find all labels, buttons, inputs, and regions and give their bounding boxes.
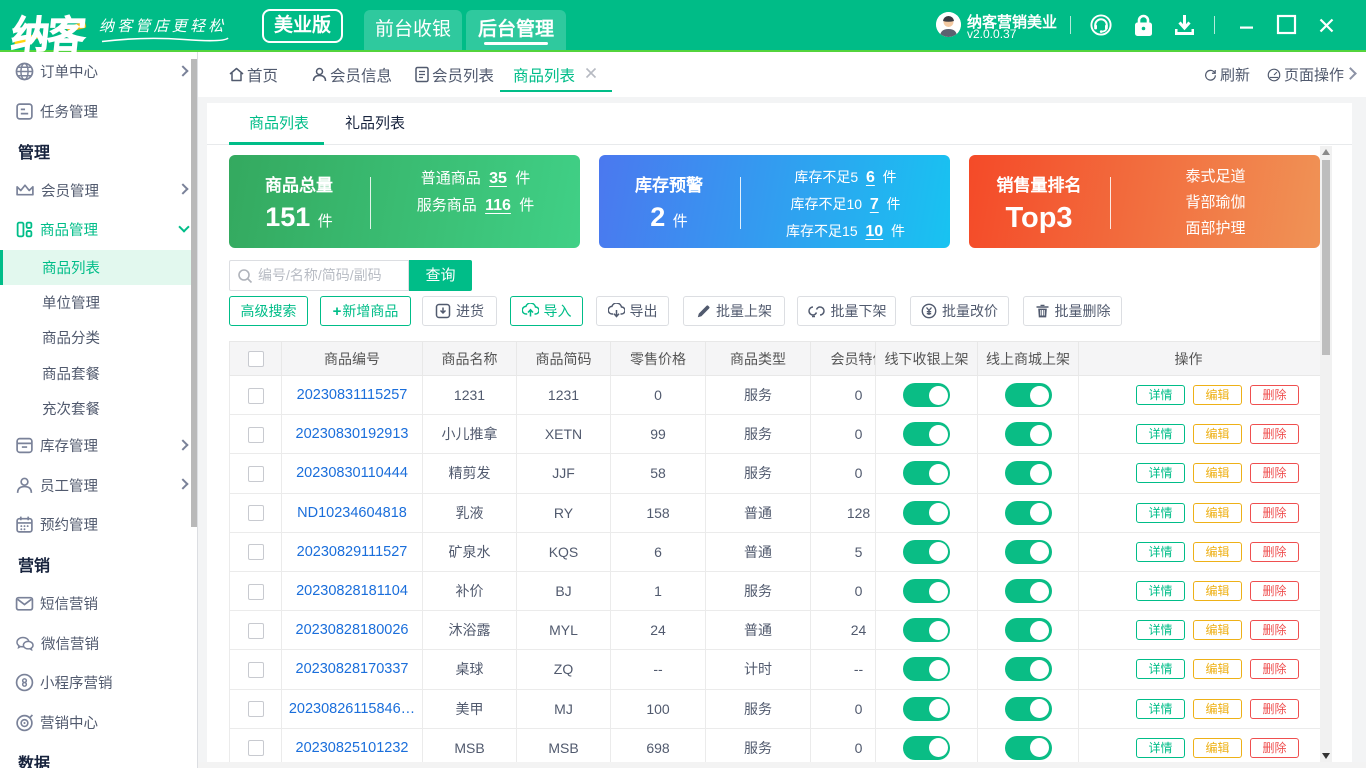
- svg-text:纳客管店更轻松: 纳客管店更轻松: [99, 18, 226, 35]
